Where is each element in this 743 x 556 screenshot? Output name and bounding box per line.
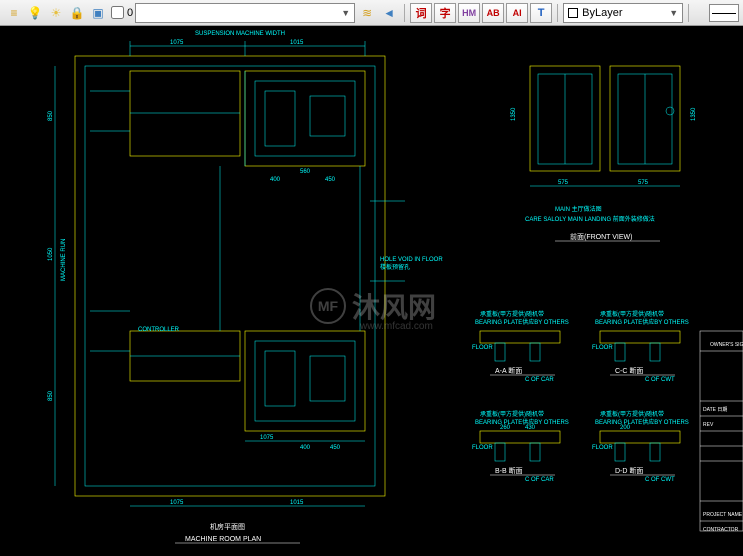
svg-text:C OF CAR: C OF CAR xyxy=(525,377,554,383)
svg-text:1075: 1075 xyxy=(170,500,184,506)
svg-text:FLOOR: FLOOR xyxy=(592,445,613,451)
ci-button[interactable]: 词 xyxy=(410,3,432,23)
svg-text:CONTROLLER: CONTROLLER xyxy=(138,327,180,333)
sun-icon[interactable]: ☀ xyxy=(46,3,66,23)
svg-text:850: 850 xyxy=(48,390,54,401)
svg-text:A-A 断面: A-A 断面 xyxy=(495,366,522,375)
hm-button[interactable]: HM xyxy=(458,3,480,23)
lightbulb-icon[interactable]: 💡 xyxy=(25,3,45,23)
section-aa: 承重板(甲方提供)随机带 BEARING PLATE供应BY OTHERS FL… xyxy=(472,310,569,383)
section-cc: 承重板(甲方提供)随机带 BEARING PLATE供应BY OTHERS FL… xyxy=(592,310,689,383)
svg-text:850: 850 xyxy=(48,110,54,121)
svg-text:400: 400 xyxy=(270,177,281,183)
cad-svg: 1075 1015 SUSPENSION MACHINE WIDTH CONTR… xyxy=(0,26,743,551)
main-view-title: MACHINE ROOM PLAN xyxy=(185,536,261,543)
layer-prev-icon[interactable]: ◄ xyxy=(379,3,399,23)
svg-text:楼板预留孔: 楼板预留孔 xyxy=(380,263,410,271)
svg-text:C OF CWT: C OF CWT xyxy=(645,377,675,383)
svg-text:PROJECT NAME: PROJECT NAME xyxy=(703,512,743,518)
svg-text:BEARING PLATE供应BY OTHERS: BEARING PLATE供应BY OTHERS xyxy=(595,418,689,426)
section-dd: 承重板(甲方提供)随机带 BEARING PLATE供应BY OTHERS 20… xyxy=(592,410,689,483)
svg-text:承重板(甲方提供)随机带: 承重板(甲方提供)随机带 xyxy=(480,410,544,418)
layer-stack-icon[interactable]: ≋ xyxy=(357,3,377,23)
svg-text:CONTRACTOR: CONTRACTOR xyxy=(703,527,739,533)
svg-text:FLOOR: FLOOR xyxy=(472,345,493,351)
front-view: 575 575 1350 1350 MAIN 主厅做法图 CARE SALOLY… xyxy=(511,66,697,241)
layer-visible-checkbox[interactable] xyxy=(111,6,124,19)
cube-icon[interactable]: ▣ xyxy=(88,3,108,23)
svg-text:1075: 1075 xyxy=(260,435,274,441)
t-button[interactable]: T xyxy=(530,3,552,23)
lock-icon[interactable]: 🔒 xyxy=(67,3,87,23)
svg-text:1015: 1015 xyxy=(290,40,304,46)
svg-text:HOLE VOID IN FLOOR: HOLE VOID IN FLOOR xyxy=(380,257,443,263)
svg-text:C OF CWT: C OF CWT xyxy=(645,477,675,483)
bylayer-label: ByLayer xyxy=(582,7,622,19)
svg-text:200: 200 xyxy=(620,425,631,431)
svg-text:1350: 1350 xyxy=(691,107,697,121)
svg-text:承重板(甲方提供)随机带: 承重板(甲方提供)随机带 xyxy=(600,410,664,418)
cad-drawing-canvas[interactable]: 1075 1015 SUSPENSION MACHINE WIDTH CONTR… xyxy=(0,26,743,551)
svg-text:OWNER'S SIGN: OWNER'S SIGN xyxy=(710,342,743,348)
svg-text:1350: 1350 xyxy=(511,107,517,121)
chevron-down-icon: ▼ xyxy=(669,8,678,18)
svg-text:REV: REV xyxy=(703,422,714,428)
svg-text:D-D 断面: D-D 断面 xyxy=(615,466,643,475)
section-bb: 承重板(甲方提供)随机带 BEARING PLATE供应BY OTHERS 26… xyxy=(472,410,569,483)
machine-room-plan-view: 1075 1015 SUSPENSION MACHINE WIDTH CONTR… xyxy=(48,31,443,543)
svg-text:C-C 断面: C-C 断面 xyxy=(615,366,643,375)
svg-text:承重板(甲方提供)随机带: 承重板(甲方提供)随机带 xyxy=(600,310,664,318)
svg-text:SUSPENSION MACHINE WIDTH: SUSPENSION MACHINE WIDTH xyxy=(195,31,285,37)
svg-text:承重板(甲方提供)随机带: 承重板(甲方提供)随机带 xyxy=(480,310,544,318)
layer-dropdown[interactable]: ▼ xyxy=(135,3,355,23)
svg-text:1015: 1015 xyxy=(290,500,304,506)
ai-button[interactable]: AI xyxy=(506,3,528,23)
svg-text:1050: 1050 xyxy=(48,247,54,261)
color-bylayer-dropdown[interactable]: ByLayer ▼ xyxy=(563,3,683,23)
svg-text:260: 260 xyxy=(500,425,511,431)
svg-text:CARE SALOLY MAIN LANDING 前面外装修: CARE SALOLY MAIN LANDING 前面外装修做法 xyxy=(525,215,655,223)
svg-text:560: 560 xyxy=(300,169,311,175)
svg-text:575: 575 xyxy=(558,180,569,186)
svg-text:MACHINE RUN: MACHINE RUN xyxy=(61,239,67,281)
chevron-down-icon: ▼ xyxy=(341,8,350,18)
svg-text:BEARING PLATE供应BY OTHERS: BEARING PLATE供应BY OTHERS xyxy=(475,318,569,326)
front-view-title: 前面(FRONT VIEW) xyxy=(570,232,632,241)
svg-text:C OF CAR: C OF CAR xyxy=(525,477,554,483)
layer-number-label: 0 xyxy=(127,7,133,19)
linetype-preview[interactable] xyxy=(709,4,739,22)
ab-button[interactable]: AB xyxy=(482,3,504,23)
svg-text:400: 400 xyxy=(300,445,311,451)
svg-text:450: 450 xyxy=(330,445,341,451)
svg-text:575: 575 xyxy=(638,180,649,186)
svg-text:MAIN 主厅做法图: MAIN 主厅做法图 xyxy=(555,205,602,213)
layers-icon[interactable]: ≡ xyxy=(4,3,24,23)
svg-text:FLOOR: FLOOR xyxy=(472,445,493,451)
svg-text:FLOOR: FLOOR xyxy=(592,345,613,351)
main-view-title-cn: 机房平面图 xyxy=(210,522,245,531)
svg-text:1075: 1075 xyxy=(170,40,184,46)
svg-text:B-B 断面: B-B 断面 xyxy=(495,466,523,475)
title-block: OWNER'S SIGN DATE 日期 REV PROJECT NAME CO… xyxy=(700,331,743,533)
svg-text:BEARING PLATE供应BY OTHERS: BEARING PLATE供应BY OTHERS xyxy=(475,418,569,426)
main-toolbar: ≡ 💡 ☀ 🔒 ▣ 0 ▼ ≋ ◄ 词 字 HM AB AI T ByLayer… xyxy=(0,0,743,26)
svg-text:DATE 日期: DATE 日期 xyxy=(703,407,727,413)
svg-text:430: 430 xyxy=(525,425,536,431)
zi-button[interactable]: 字 xyxy=(434,3,456,23)
svg-text:450: 450 xyxy=(325,177,336,183)
svg-text:BEARING PLATE供应BY OTHERS: BEARING PLATE供应BY OTHERS xyxy=(595,318,689,326)
